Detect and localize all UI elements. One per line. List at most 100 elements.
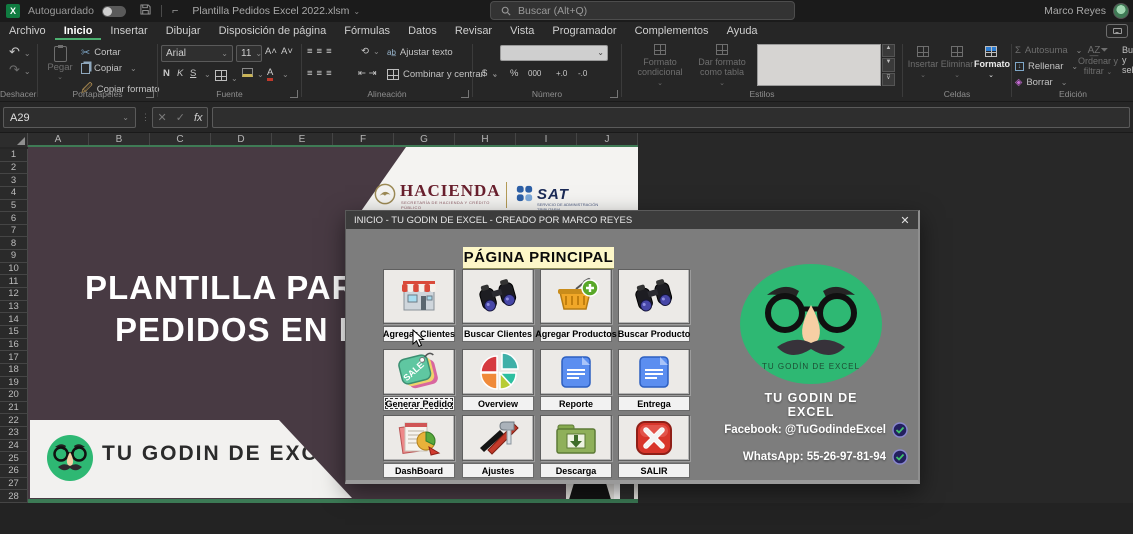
- column-header-D[interactable]: D: [211, 133, 272, 145]
- grow-font-button[interactable]: A˄: [265, 46, 277, 57]
- binoculars-icon[interactable]: [462, 269, 534, 324]
- percent-button[interactable]: %: [510, 68, 518, 79]
- column-header-H[interactable]: H: [455, 133, 516, 145]
- store-icon[interactable]: [383, 269, 455, 324]
- row-header-18[interactable]: 18: [0, 363, 28, 377]
- undo-icon[interactable]: ↶ ⌄: [9, 44, 31, 60]
- column-header-E[interactable]: E: [272, 133, 333, 145]
- gallery-up-icon[interactable]: ▲: [882, 44, 895, 58]
- excel-app-icon[interactable]: X: [6, 4, 20, 18]
- row-header-21[interactable]: 21: [0, 401, 28, 415]
- name-box[interactable]: A29 ⌄: [3, 107, 136, 128]
- vba-button-label[interactable]: Overview: [462, 396, 534, 411]
- row-header-10[interactable]: 10: [0, 262, 28, 276]
- row-header-13[interactable]: 13: [0, 300, 28, 314]
- avatar[interactable]: [1113, 3, 1129, 19]
- vba-button-label[interactable]: SALIR: [618, 463, 690, 478]
- sale-tag-icon[interactable]: SALE: [383, 349, 455, 395]
- cut-button[interactable]: ✂ Cortar: [81, 46, 121, 59]
- search-input[interactable]: Buscar (Alt+Q): [490, 1, 795, 20]
- wrap-text-button[interactable]: ab̲ Ajustar texto: [387, 47, 453, 58]
- row-header-4[interactable]: 4: [0, 186, 28, 200]
- tab-programador[interactable]: Programador: [543, 22, 625, 40]
- column-header-B[interactable]: B: [89, 133, 150, 145]
- font-color-caret[interactable]: ⌄: [282, 70, 289, 79]
- row-header-15[interactable]: 15: [0, 325, 28, 339]
- row-header-8[interactable]: 8: [0, 237, 28, 251]
- orientation-button[interactable]: ⟲ ⌄: [361, 46, 380, 57]
- find-select-button[interactable]: Buscar y seleccionar: [1122, 45, 1133, 75]
- column-header-I[interactable]: I: [516, 133, 577, 145]
- dialog-title-bar[interactable]: INICIO - TU GODIN DE EXCEL - CREADO POR …: [346, 211, 918, 229]
- user-name[interactable]: Marco Reyes: [1044, 5, 1106, 17]
- column-header-J[interactable]: J: [577, 133, 638, 145]
- gallery-more-icon[interactable]: ⊽: [882, 72, 895, 86]
- row-header-2[interactable]: 2: [0, 161, 28, 175]
- alineacion-launcher[interactable]: [461, 90, 469, 98]
- insert-cells-button[interactable]: Insertar ⌄: [906, 46, 940, 79]
- conditional-format-button[interactable]: Formato condicional ⌄: [633, 44, 687, 87]
- download-folder-icon[interactable]: [540, 415, 612, 461]
- row-header-22[interactable]: 22: [0, 414, 28, 428]
- row-header-23[interactable]: 23: [0, 427, 28, 440]
- row-header-25[interactable]: 25: [0, 452, 28, 466]
- cancel-entry-icon[interactable]: ✕: [158, 111, 167, 124]
- row-header-9[interactable]: 9: [0, 250, 28, 263]
- close-icon[interactable]: ✕: [898, 213, 912, 227]
- shrink-font-button[interactable]: A˅: [281, 46, 293, 57]
- tab-archivo[interactable]: Archivo: [0, 22, 55, 40]
- portapapeles-launcher[interactable]: [146, 90, 154, 98]
- format-cells-button[interactable]: Formato ⌄: [974, 46, 1010, 79]
- row-header-16[interactable]: 16: [0, 338, 28, 352]
- save-icon[interactable]: [140, 4, 151, 18]
- sort-filter-button[interactable]: A͟Z⏷ Ordenar y filtrar ⌄: [1075, 45, 1121, 76]
- thousands-button[interactable]: 000: [528, 69, 541, 78]
- tab-revisar[interactable]: Revisar: [446, 22, 501, 40]
- format-as-table-button[interactable]: Dar formato como tabla ⌄: [693, 44, 751, 87]
- decrease-decimal-button[interactable]: -.0: [578, 69, 587, 78]
- exit-icon[interactable]: [618, 415, 690, 461]
- row-header-26[interactable]: 26: [0, 465, 28, 478]
- row-header-17[interactable]: 17: [0, 351, 28, 364]
- tab-datos[interactable]: Datos: [399, 22, 446, 40]
- row-header-1[interactable]: 1: [0, 149, 28, 162]
- document-icon[interactable]: [618, 349, 690, 395]
- comments-button[interactable]: [1106, 24, 1128, 38]
- number-format-select[interactable]: ⌄: [500, 45, 608, 61]
- italic-button[interactable]: K: [177, 68, 183, 79]
- select-all-corner[interactable]: [0, 133, 28, 147]
- cell-styles-gallery[interactable]: [757, 44, 881, 86]
- column-header-C[interactable]: C: [150, 133, 211, 145]
- row-header-19[interactable]: 19: [0, 376, 28, 390]
- autosum-button[interactable]: Σ Autosuma ⌄: [1015, 45, 1082, 56]
- currency-button[interactable]: $ ⌄: [482, 68, 498, 79]
- autosave-toggle[interactable]: [101, 5, 126, 17]
- underline-caret[interactable]: ⌄: [204, 70, 211, 79]
- vba-button-label[interactable]: Generar Pedido: [383, 396, 455, 411]
- redo-quick-icon[interactable]: ⌐: [172, 5, 178, 17]
- vertical-align-buttons[interactable]: ≡≡≡: [307, 46, 336, 57]
- tab-inicio[interactable]: Inicio: [55, 22, 102, 40]
- underline-button[interactable]: S: [190, 68, 196, 79]
- fuente-launcher[interactable]: [290, 90, 298, 98]
- indent-buttons[interactable]: ⇤ ⇥: [358, 68, 377, 79]
- copy-button[interactable]: Copiar ⌄: [81, 63, 137, 74]
- paste-button[interactable]: Pegar ⌄: [47, 45, 73, 81]
- row-header-7[interactable]: 7: [0, 224, 28, 238]
- tab-ayuda[interactable]: Ayuda: [718, 22, 767, 40]
- vba-button-label[interactable]: Reporte: [540, 396, 612, 411]
- tab-insertar[interactable]: Insertar: [101, 22, 156, 40]
- fill-button[interactable]: ↓ Rellenar ⌄: [1015, 61, 1078, 72]
- row-header-12[interactable]: 12: [0, 288, 28, 301]
- document-icon[interactable]: [540, 349, 612, 395]
- font-size-select[interactable]: 11 ⌄: [236, 45, 262, 62]
- vba-button-label[interactable]: Buscar Producto: [618, 326, 690, 342]
- vba-button-label[interactable]: Agregar Productos: [535, 326, 617, 342]
- gallery-scroll[interactable]: ▲ ▼ ⊽: [882, 44, 895, 86]
- insert-function-icon[interactable]: fx: [194, 112, 203, 124]
- document-title[interactable]: Plantilla Pedidos Excel 2022.xlsm: [192, 5, 349, 17]
- column-header-F[interactable]: F: [333, 133, 394, 145]
- vba-button-label[interactable]: DashBoard: [383, 463, 455, 478]
- row-header-5[interactable]: 5: [0, 199, 28, 213]
- horizontal-align-buttons[interactable]: ≡≡≡: [307, 68, 336, 79]
